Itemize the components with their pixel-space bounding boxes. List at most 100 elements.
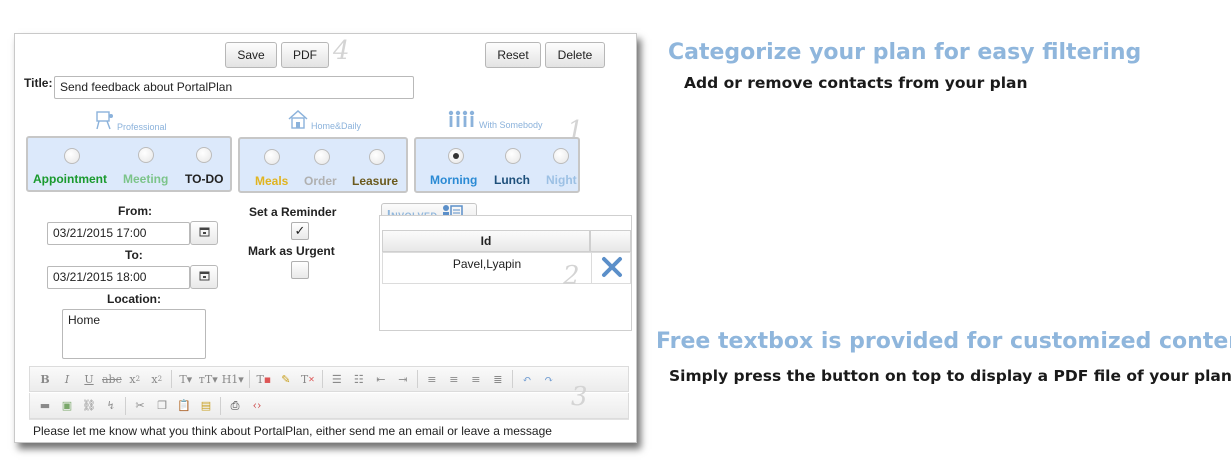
- heading-dropdown[interactable]: H1▾: [220, 369, 246, 389]
- plan-editor-panel: Save PDF 4 Reset Delete Title: Send feed…: [14, 33, 637, 443]
- to-calendar-button[interactable]: [190, 265, 218, 289]
- option-todo[interactable]: TO-DO: [185, 172, 223, 186]
- outdent-icon[interactable]: ⇤: [370, 369, 392, 389]
- highlight-icon[interactable]: ✎: [275, 369, 297, 389]
- radio-todo[interactable]: [196, 147, 212, 163]
- radio-morning[interactable]: [448, 148, 464, 164]
- title-input[interactable]: Send feedback about PortalPlan: [54, 76, 414, 99]
- toolbar-divider: [170, 370, 172, 388]
- option-meals[interactable]: Meals: [255, 174, 288, 188]
- numbered-list-icon[interactable]: ☷: [348, 369, 370, 389]
- step-3-marker: 3: [571, 382, 588, 412]
- copy-icon[interactable]: ❐: [151, 396, 173, 416]
- justify-icon[interactable]: ≣: [487, 369, 509, 389]
- text-color-icon[interactable]: T ▪: [253, 369, 275, 389]
- cut-icon[interactable]: ✂: [129, 396, 151, 416]
- link-icon[interactable]: ⛓: [78, 396, 100, 416]
- align-left-icon[interactable]: ≡: [421, 369, 443, 389]
- option-appointment[interactable]: Appointment: [33, 172, 107, 186]
- font-size-dropdown[interactable]: тT▾: [197, 369, 220, 389]
- radio-lunch[interactable]: [505, 148, 521, 164]
- align-right-icon[interactable]: ≡: [465, 369, 487, 389]
- paste-icon[interactable]: 📋: [173, 396, 195, 416]
- paste-text-icon[interactable]: ▤: [195, 396, 217, 416]
- location-textarea[interactable]: Home: [62, 309, 206, 359]
- contact-name-cell: Pavel,Lyapin: [452, 257, 522, 271]
- toolbar-divider: [248, 370, 250, 388]
- indent-icon[interactable]: ⇥: [392, 369, 414, 389]
- editor-toolbar-formatting: B I U abc x2 x2 T▾ тT▾ H1▾ T ▪ ✎ T ✕ ☰ ☷ ⇤…: [29, 366, 629, 392]
- grid-header-actions: [590, 230, 631, 252]
- category-group-somebody: Morning Lunch Night: [414, 137, 580, 193]
- easel-icon: [95, 110, 115, 132]
- toolbar-divider: [125, 396, 126, 415]
- urgent-label: Mark as Urgent: [248, 244, 335, 258]
- editor-content-area[interactable]: Please let me know what you think about …: [29, 419, 629, 442]
- reminder-label: Set a Reminder: [249, 205, 337, 219]
- option-night[interactable]: Night: [546, 173, 577, 187]
- radio-meals[interactable]: [264, 149, 280, 165]
- involved-grid: Id Pavel,Lyapin: [379, 215, 632, 331]
- category-heading-somebody: With Somebody: [447, 110, 543, 130]
- radio-order[interactable]: [314, 149, 330, 165]
- table-row[interactable]: Pavel,Lyapin: [382, 252, 631, 284]
- save-button[interactable]: Save: [225, 42, 277, 68]
- clear-format-icon[interactable]: T ✕: [297, 369, 319, 389]
- option-order[interactable]: Order: [304, 174, 337, 188]
- reset-button[interactable]: Reset: [485, 42, 541, 68]
- font-dropdown[interactable]: T▾: [175, 369, 197, 389]
- category-heading-label: Home&Daily: [311, 121, 362, 131]
- category-heading-label: With Somebody: [479, 120, 543, 130]
- category-group-professional: Appointment Meeting TO-DO: [26, 136, 232, 192]
- grid-header-id[interactable]: Id: [382, 230, 590, 252]
- source-code-icon[interactable]: ‹›: [246, 396, 268, 416]
- radio-leasure[interactable]: [369, 149, 385, 165]
- title-label: Title:: [24, 76, 53, 90]
- option-meeting[interactable]: Meeting: [123, 172, 168, 186]
- italic-button[interactable]: I: [56, 369, 78, 389]
- superscript-button[interactable]: x2: [146, 369, 168, 389]
- option-morning[interactable]: Morning: [430, 173, 477, 187]
- category-group-home: Meals Order Leasure: [238, 137, 408, 193]
- radio-meeting[interactable]: [138, 147, 154, 163]
- from-date-input[interactable]: 03/21/2015 17:00: [47, 222, 190, 245]
- editor-toolbar-insert: ▬ ▣ ⛓ ↯ ✂ ❐ 📋 ▤ ⎙ ‹›: [29, 393, 629, 419]
- option-lunch[interactable]: Lunch: [494, 173, 530, 187]
- house-icon: [287, 109, 309, 131]
- remove-contact-button[interactable]: [591, 253, 632, 283]
- calendar-icon: [199, 226, 210, 240]
- underline-button[interactable]: U: [78, 369, 100, 389]
- promo-sub-contacts: Add or remove contacts from your plan: [684, 74, 1028, 92]
- option-leasure[interactable]: Leasure: [352, 174, 398, 188]
- to-date-input[interactable]: 03/21/2015 18:00: [47, 266, 190, 289]
- image-icon[interactable]: ▣: [56, 396, 78, 416]
- to-label: To:: [125, 248, 143, 262]
- strikethrough-button[interactable]: abc: [100, 369, 124, 389]
- promo-title-categorize: Categorize your plan for easy filtering: [668, 40, 1142, 65]
- urgent-checkbox[interactable]: [291, 261, 309, 279]
- close-icon: [601, 256, 623, 281]
- bold-button[interactable]: B: [34, 369, 56, 389]
- unlink-icon[interactable]: ↯: [100, 396, 122, 416]
- bullet-list-icon[interactable]: ☰: [326, 369, 348, 389]
- reminder-checkbox[interactable]: ✓: [291, 222, 309, 240]
- pdf-button[interactable]: PDF: [281, 42, 329, 68]
- redo-icon[interactable]: ↷: [538, 369, 560, 389]
- toolbar-divider: [416, 370, 418, 388]
- step-2-marker: 2: [563, 261, 580, 291]
- location-label: Location:: [107, 292, 161, 306]
- delete-button[interactable]: Delete: [545, 42, 605, 68]
- step-4-marker: 4: [333, 36, 350, 66]
- undo-icon[interactable]: ↶: [516, 369, 538, 389]
- category-heading-label: Professional: [117, 122, 167, 132]
- toolbar-divider: [220, 396, 221, 415]
- from-calendar-button[interactable]: [190, 221, 218, 245]
- radio-appointment[interactable]: [64, 148, 80, 164]
- people-icon: [447, 110, 477, 130]
- print-icon[interactable]: ⎙: [224, 396, 246, 416]
- align-center-icon[interactable]: ≡: [443, 369, 465, 389]
- horizontal-rule-icon[interactable]: ▬: [34, 396, 56, 416]
- radio-night[interactable]: [553, 148, 569, 164]
- toolbar-divider: [321, 370, 323, 388]
- subscript-button[interactable]: x2: [124, 369, 146, 389]
